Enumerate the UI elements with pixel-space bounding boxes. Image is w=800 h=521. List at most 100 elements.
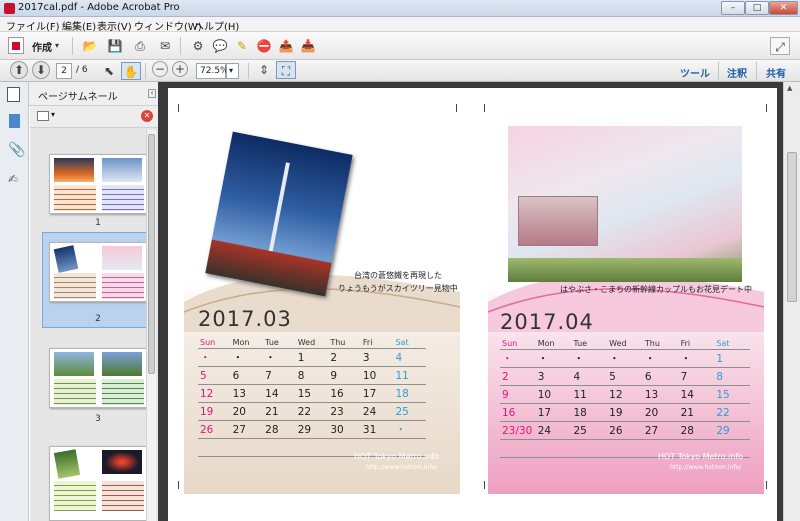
open-folder-icon[interactable]: 📂 — [80, 37, 100, 55]
signature-icon[interactable]: ✍ — [8, 172, 18, 186]
building — [518, 196, 598, 246]
maximize-button[interactable]: □ — [745, 1, 769, 15]
calendar-day: 2 — [502, 370, 509, 383]
save-icon[interactable]: 💾 — [105, 37, 125, 55]
weekday-sun: Sun — [502, 339, 518, 348]
calendar-week-row: ・ ・ ・ 1 2 3 4 — [198, 349, 426, 367]
close-window-button[interactable]: ✕ — [769, 1, 798, 15]
weekday-sat: Sat — [395, 338, 409, 347]
page-thumbnail-4[interactable] — [49, 446, 147, 521]
comment-link[interactable]: 注釈 — [727, 65, 747, 80]
thumbnail-label: 3 — [95, 414, 101, 424]
email-icon[interactable]: ✉ — [155, 37, 175, 55]
calendar-day: 26 — [200, 423, 214, 436]
fullscreen-expand-icon[interactable]: ⤢ — [770, 37, 790, 55]
calendar-grid: Sun Mon Tue Wed Thu Fri Sat ・・・・・・ 1 2 3 4 5 6… — [500, 338, 750, 458]
weekday-mon: Mon — [537, 339, 555, 348]
page-thumbnail-2[interactable] — [49, 242, 147, 302]
calendar-day: ・ — [502, 353, 513, 365]
thumbnail-options-icon[interactable] — [37, 111, 49, 121]
send-for-review-icon[interactable]: 📥 — [298, 37, 318, 55]
zoom-in-icon[interactable]: + — [172, 61, 188, 77]
options-dropdown-icon[interactable]: ▾ — [51, 110, 55, 119]
fit-page-icon[interactable]: ⇕ — [254, 61, 274, 79]
fit-width-icon[interactable]: ⛶ — [276, 61, 296, 79]
zoom-level-input[interactable]: 72.5% — [196, 63, 229, 79]
share-file-icon[interactable]: 📤 — [276, 37, 296, 55]
weekday-sun: Sun — [200, 338, 216, 347]
page-thumbnails-icon[interactable] — [7, 87, 20, 102]
secure-icon[interactable]: ⛔ — [254, 37, 274, 55]
share-link[interactable]: 共有 — [766, 65, 786, 80]
fireworks-photo — [102, 450, 142, 474]
calendar-day: 7 — [265, 369, 272, 382]
bookmark-icon[interactable] — [9, 114, 20, 128]
calendar-week-row: ・ ・ ・ ・ ・ ・ 1 — [500, 350, 750, 368]
minimize-button[interactable]: – — [721, 1, 745, 15]
select-cursor-icon[interactable]: ⬉ — [99, 62, 119, 80]
comment-icon[interactable]: 💬 — [210, 37, 230, 55]
calendar-day: 2 — [330, 351, 337, 364]
menu-help[interactable]: ヘルプ(H) — [194, 18, 239, 33]
next-page-icon[interactable]: ⬇ — [32, 61, 50, 79]
calendar-day: 5 — [200, 369, 207, 382]
calendar-day: 21 — [680, 406, 694, 419]
print-icon[interactable]: ⎙ — [130, 37, 150, 55]
calendar-day: 9 — [330, 369, 337, 382]
weekday-thu: Thu — [330, 338, 346, 347]
create-pdf-icon — [8, 37, 24, 54]
zoom-out-icon[interactable]: − — [152, 61, 168, 77]
tools-link[interactable]: ツール — [680, 65, 710, 80]
thumbnail-list: 1 2 3 — [30, 128, 158, 521]
toolbar-separator — [72, 37, 73, 55]
window-title: 2017cal.pdf - Adobe Acrobat Pro — [18, 2, 180, 13]
mini-calendar — [54, 481, 96, 511]
calendar-day: 11 — [395, 369, 409, 382]
previous-page-icon[interactable]: ⬆ — [10, 61, 28, 79]
scroll-thumb[interactable] — [787, 152, 797, 302]
weekday-header: Sun Mon Tue Wed Thu Fri Sat — [500, 338, 750, 350]
calendar-day: ・ — [395, 424, 406, 436]
pdf-page: 台湾の蒼悠鐵を再現した りょうもうがスカイツリー見物中 2017.03 Sun … — [168, 88, 777, 521]
calendar-day: 22 — [716, 406, 730, 419]
menu-edit[interactable]: 編集(E) — [62, 18, 96, 33]
month-title: 2017.04 — [500, 310, 594, 334]
page-thumbnail-1[interactable] — [49, 154, 147, 214]
cherry-photo — [102, 246, 142, 270]
page-thumbnail-3[interactable] — [49, 348, 147, 408]
menu-file[interactable]: ファイル(F) — [6, 18, 60, 33]
brand-url: http://www.hotmm.info/ — [366, 464, 438, 471]
calendar-week-row: 12 13 14 15 16 17 18 — [198, 385, 426, 403]
crop-mark — [178, 104, 186, 112]
sign-icon[interactable]: ✎ — [232, 37, 252, 55]
toolbar-separator — [248, 63, 249, 79]
calendar-day: 15 — [716, 388, 730, 401]
calendar-day: 26 — [609, 424, 623, 437]
settings-gear-icon[interactable]: ⚙ — [188, 37, 208, 55]
scroll-thumb[interactable] — [148, 134, 155, 374]
attachment-paperclip-icon[interactable]: 📎 — [8, 142, 25, 158]
thumbnail-options-bar: ▾ ✕ — [30, 106, 158, 128]
menu-view[interactable]: 表示(V) — [97, 18, 132, 33]
document-scrollbar[interactable]: ▲ — [783, 82, 800, 521]
page-number-input[interactable]: 2 — [56, 63, 72, 79]
hand-tool-icon[interactable]: ✋ — [121, 62, 141, 80]
mini-calendar — [102, 379, 144, 405]
menu-window[interactable]: ウィンドウ(W) — [134, 18, 202, 33]
mini-calendar — [102, 185, 144, 211]
create-button[interactable]: 作成 — [32, 39, 52, 54]
calendar-day: ・ — [537, 353, 549, 365]
thumbnail-scrollbar[interactable] — [146, 130, 156, 521]
weekday-thu: Thu — [644, 339, 660, 348]
scroll-up-icon[interactable]: ▲ — [787, 84, 792, 92]
calendar-day: 10 — [537, 388, 552, 401]
delete-page-icon[interactable]: ✕ — [141, 110, 153, 122]
collapse-panel-icon[interactable]: ‹ — [148, 89, 156, 98]
toolbar-separator — [145, 63, 146, 79]
calendar-day: 8 — [297, 369, 305, 382]
create-dropdown-icon[interactable]: ▾ — [55, 41, 59, 50]
calendar-day: 14 — [680, 388, 694, 401]
weekday-wed: Wed — [297, 338, 316, 347]
calendar-day: 18 — [573, 406, 587, 419]
zoom-dropdown-icon[interactable]: ▾ — [226, 63, 239, 79]
